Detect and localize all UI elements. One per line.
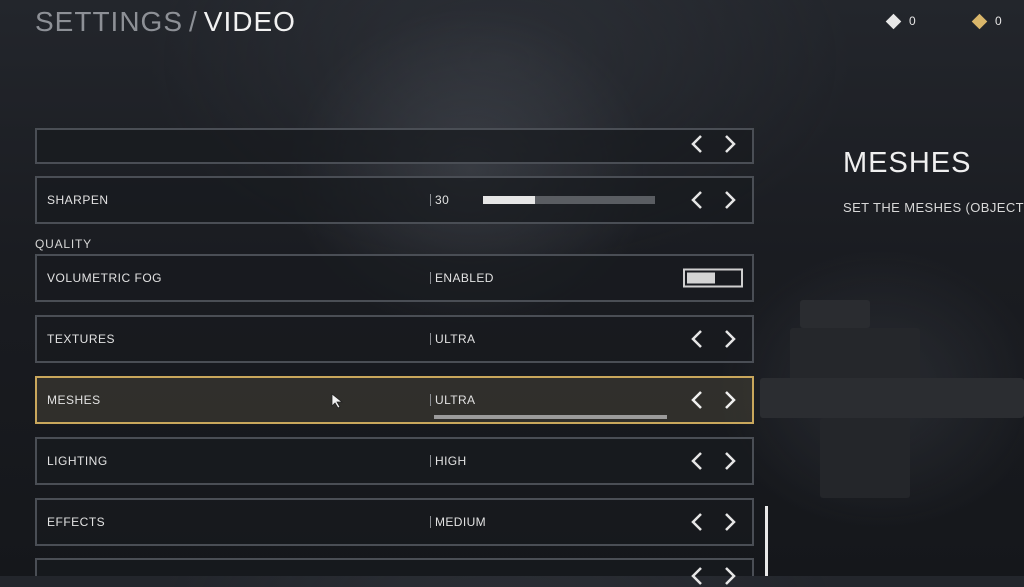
meshes-value: ULTRA	[430, 394, 475, 406]
arrow-left-icon[interactable]	[688, 389, 706, 411]
arrow-right-icon[interactable]	[721, 511, 739, 533]
textures-value: ULTRA	[430, 333, 475, 345]
effects-label: EFFECTS	[47, 515, 106, 529]
settings-row-volumetric-fog[interactable]: VOLUMETRIC FOG ENABLED	[35, 254, 754, 302]
sharpen-slider[interactable]	[483, 196, 655, 204]
settings-row-partial-top[interactable]	[35, 128, 754, 164]
volumetric-fog-toggle[interactable]	[683, 268, 743, 288]
currency-white-value: 0	[909, 14, 916, 28]
currency-gold: 0	[971, 13, 1002, 29]
arrow-right-icon[interactable]	[721, 565, 739, 587]
arrow-left-icon[interactable]	[688, 450, 706, 472]
arrow-right-icon[interactable]	[721, 328, 739, 350]
arrow-right-icon[interactable]	[721, 450, 739, 472]
settings-row-partial-bottom[interactable]	[35, 558, 754, 585]
arrow-right-icon[interactable]	[721, 389, 739, 411]
arrow-left-icon[interactable]	[688, 565, 706, 587]
sharpen-value: 30	[430, 194, 449, 206]
mouse-cursor-icon	[331, 393, 345, 409]
settings-row-meshes[interactable]: MESHES ULTRA	[35, 376, 754, 424]
settings-row-lighting[interactable]: LIGHTING HIGH	[35, 437, 754, 485]
lighting-value: HIGH	[430, 455, 467, 467]
settings-row-effects[interactable]: EFFECTS MEDIUM	[35, 498, 754, 546]
toggle-knob	[687, 272, 715, 284]
white-diamond-icon	[885, 13, 902, 29]
detail-title: MESHES	[843, 147, 972, 179]
volumetric-fog-value: ENABLED	[430, 272, 494, 284]
currency-white: 0	[885, 13, 916, 29]
arrow-left-icon[interactable]	[688, 189, 706, 211]
arrow-left-icon[interactable]	[688, 328, 706, 350]
background-weapon-art	[760, 300, 1024, 576]
textures-label: TEXTURES	[47, 332, 116, 346]
arrow-right-icon[interactable]	[721, 189, 739, 211]
effects-value: MEDIUM	[430, 516, 486, 528]
currency-gold-value: 0	[995, 14, 1002, 28]
breadcrumb-current: VIDEO	[203, 6, 296, 37]
meshes-label: MESHES	[47, 393, 101, 407]
page-title: SETTINGS / VIDEO	[35, 6, 296, 38]
settings-row-sharpen[interactable]: SHARPEN 30	[35, 176, 754, 224]
settings-scrollbar[interactable]	[765, 506, 768, 576]
sharpen-label: SHARPEN	[47, 193, 109, 207]
volumetric-fog-label: VOLUMETRIC FOG	[47, 271, 163, 285]
arrow-left-icon[interactable]	[688, 511, 706, 533]
breadcrumb-separator: /	[189, 6, 198, 37]
arrow-right-icon[interactable]	[721, 133, 739, 155]
detail-description: SET THE MESHES (OBJECTS)	[843, 200, 1024, 215]
lighting-label: LIGHTING	[47, 454, 108, 468]
settings-row-textures[interactable]: TEXTURES ULTRA	[35, 315, 754, 363]
breadcrumb-settings[interactable]: SETTINGS	[35, 6, 183, 37]
quality-section-label: QUALITY	[35, 237, 92, 251]
meshes-level-bar	[434, 415, 667, 419]
arrow-left-icon[interactable]	[688, 133, 706, 155]
sharpen-slider-fill	[483, 196, 535, 204]
gold-diamond-icon	[971, 13, 988, 29]
meshes-level-fill	[434, 415, 667, 419]
